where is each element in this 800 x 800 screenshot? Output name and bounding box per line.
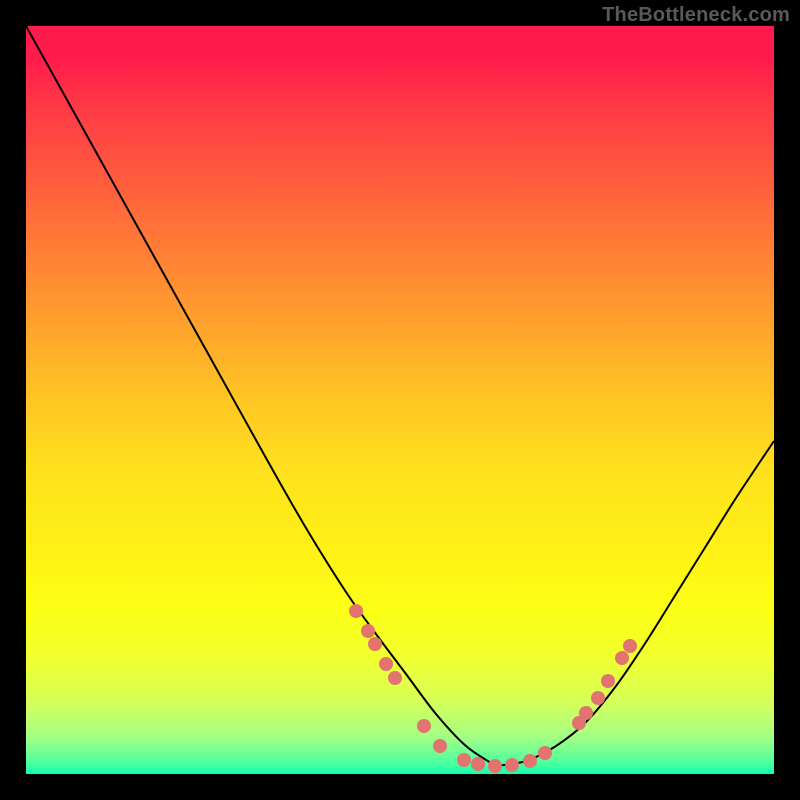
marker-dot (379, 657, 393, 671)
marker-dot (623, 639, 637, 653)
marker-dot (488, 759, 502, 773)
marker-dot (505, 758, 519, 772)
marker-dot (471, 757, 485, 771)
marker-dot (579, 706, 593, 720)
chart-container: TheBottleneck.com (0, 0, 800, 800)
series-right-curve (496, 441, 774, 766)
marker-dot (349, 604, 363, 618)
marker-dot (361, 624, 375, 638)
curve-markers (349, 604, 637, 773)
marker-dot (388, 671, 402, 685)
marker-dot (417, 719, 431, 733)
plot-area (26, 26, 774, 774)
marker-dot (368, 637, 382, 651)
chart-svg (26, 26, 774, 774)
curve-lines (26, 26, 774, 766)
marker-dot (433, 739, 447, 753)
watermark-text: TheBottleneck.com (602, 4, 790, 27)
marker-dot (591, 691, 605, 705)
marker-dot (538, 746, 552, 760)
series-left-curve (26, 26, 496, 766)
marker-dot (615, 651, 629, 665)
marker-dot (601, 674, 615, 688)
marker-dot (523, 754, 537, 768)
marker-dot (457, 753, 471, 767)
